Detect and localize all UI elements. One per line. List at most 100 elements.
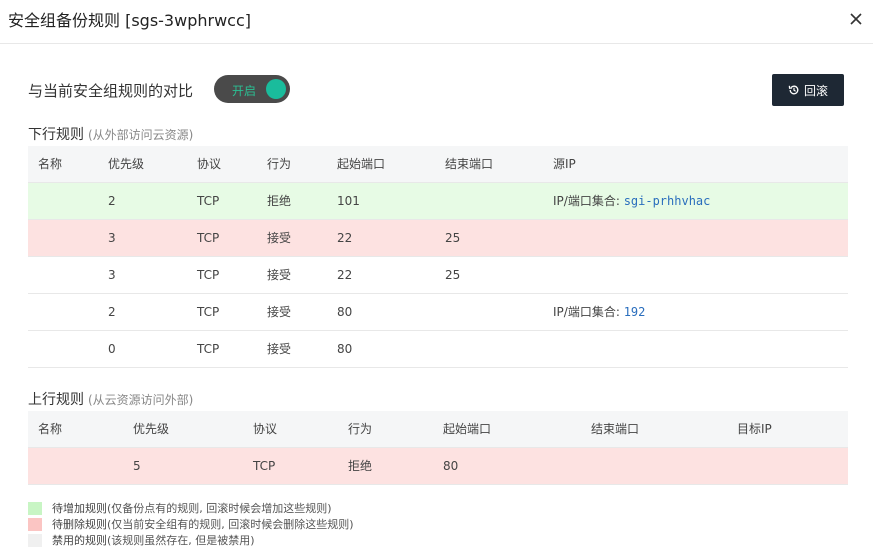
cell-ip: [543, 256, 848, 294]
toggle-knob: [266, 79, 286, 99]
cell-name: [28, 293, 98, 331]
ip-set-prefix: IP/端口集合:: [553, 305, 624, 319]
cell-start-port: 101: [327, 182, 435, 220]
rollback-label: 回滚: [803, 83, 828, 98]
outbound-section-title: 上行规则 (从云资源访问外部): [28, 389, 193, 409]
column-header: 协议: [187, 146, 257, 183]
column-header: 行为: [338, 411, 433, 448]
table-header-row: 名称 优先级 协议 行为 起始端口 结束端口 源IP: [28, 146, 848, 183]
inbound-rules-table: 名称 优先级 协议 行为 起始端口 结束端口 源IP 2 TCP 拒绝 101 IP/端口集合: s…: [28, 146, 848, 368]
cell-start-port: 80: [433, 447, 581, 485]
outbound-rules-table: 名称 优先级 协议 行为 起始端口 结束端口 目标IP 5 TCP 拒绝 80: [28, 411, 848, 485]
legend-label: 待删除规则: [52, 518, 107, 531]
table-row: 2 TCP 接受 80 IP/端口集合: 192: [28, 293, 848, 331]
column-header: 起始端口: [327, 146, 435, 183]
cell-start-port: 80: [327, 330, 435, 368]
outbound-title: 上行规则: [28, 392, 84, 408]
cell-protocol: TCP: [187, 330, 257, 368]
table-row: 2 TCP 拒绝 101 IP/端口集合: sgi-prhhvhac: [28, 182, 848, 220]
legend-item: 待增加规则 (仅备份点有的规则, 回滚时候会增加这些规则): [28, 500, 354, 516]
compare-label: 与当前安全组规则的对比: [28, 82, 194, 100]
cell-ip: [727, 447, 848, 485]
legend-description: (该规则虽然存在, 但是被禁用): [107, 534, 255, 547]
cell-name: [28, 182, 98, 220]
column-header: 源IP: [543, 146, 848, 183]
cell-protocol: TCP: [243, 447, 338, 485]
inbound-subtitle: (从外部访问云资源): [88, 128, 194, 142]
history-icon: [788, 85, 799, 95]
cell-protocol: TCP: [187, 219, 257, 257]
ip-set-prefix: IP/端口集合:: [553, 194, 624, 208]
column-header: 结束端口: [435, 146, 543, 183]
table-row: 3 TCP 接受 22 25: [28, 256, 848, 294]
compare-row: 与当前安全组规则的对比 开启 回滚: [28, 74, 844, 106]
cell-priority: 2: [98, 182, 187, 220]
column-header: 目标IP: [727, 411, 848, 448]
cell-action: 接受: [257, 330, 327, 368]
cell-start-port: 22: [327, 256, 435, 294]
cell-action: 拒绝: [257, 182, 327, 220]
cell-end-port: [435, 330, 543, 368]
cell-protocol: TCP: [187, 256, 257, 294]
outbound-subtitle: (从云资源访问外部): [88, 393, 194, 407]
cell-name: [28, 447, 123, 485]
legend-swatch: [28, 501, 42, 515]
table-header-row: 名称 优先级 协议 行为 起始端口 结束端口 目标IP: [28, 411, 848, 448]
inbound-section-title: 下行规则 (从外部访问云资源): [28, 124, 193, 144]
cell-ip: IP/端口集合: sgi-prhhvhac: [543, 182, 848, 220]
cell-priority: 2: [98, 293, 187, 331]
cell-end-port: [435, 293, 543, 331]
table-row: 0 TCP 接受 80: [28, 330, 848, 368]
cell-end-port: [435, 182, 543, 220]
legend-description: (仅当前安全组有的规则, 回滚时候会删除这些规则): [107, 518, 354, 531]
cell-end-port: [581, 447, 727, 485]
close-icon[interactable]: [847, 10, 865, 28]
legend-description: (仅备份点有的规则, 回滚时候会增加这些规则): [107, 502, 332, 515]
cell-ip: [543, 219, 848, 257]
column-header: 名称: [28, 146, 98, 183]
table-row: 3 TCP 接受 22 25: [28, 219, 848, 257]
ip-set-link[interactable]: 192: [624, 305, 646, 319]
compare-toggle[interactable]: 开启: [214, 75, 290, 103]
inbound-title: 下行规则: [28, 127, 84, 143]
backup-rules-dialog: 安全组备份规则 [sgs-3wphrwcc] 与当前安全组规则的对比 开启 回滚…: [0, 0, 873, 557]
cell-action: 接受: [257, 293, 327, 331]
cell-ip: IP/端口集合: 192: [543, 293, 848, 331]
cell-name: [28, 256, 98, 294]
legend-label: 待增加规则: [52, 502, 107, 515]
cell-end-port: 25: [435, 219, 543, 257]
column-header: 优先级: [123, 411, 243, 448]
legend-swatch: [28, 533, 42, 547]
column-header: 结束端口: [581, 411, 727, 448]
cell-end-port: 25: [435, 256, 543, 294]
cell-action: 拒绝: [338, 447, 433, 485]
table-row: 5 TCP 拒绝 80: [28, 447, 848, 485]
dialog-header: 安全组备份规则 [sgs-3wphrwcc]: [0, 0, 873, 44]
legend-label: 禁用的规则: [52, 534, 107, 547]
rollback-button[interactable]: 回滚: [772, 74, 844, 106]
column-header: 优先级: [98, 146, 187, 183]
legend-item: 待删除规则 (仅当前安全组有的规则, 回滚时候会删除这些规则): [28, 516, 354, 532]
cell-priority: 3: [98, 256, 187, 294]
cell-protocol: TCP: [187, 293, 257, 331]
legend-swatch: [28, 517, 42, 531]
cell-action: 接受: [257, 256, 327, 294]
column-header: 行为: [257, 146, 327, 183]
cell-start-port: 80: [327, 293, 435, 331]
cell-name: [28, 219, 98, 257]
cell-protocol: TCP: [187, 182, 257, 220]
cell-priority: 3: [98, 219, 187, 257]
legend-item: 禁用的规则 (该规则虽然存在, 但是被禁用): [28, 532, 354, 548]
dialog-title: 安全组备份规则 [sgs-3wphrwcc]: [8, 11, 251, 30]
column-header: 名称: [28, 411, 123, 448]
cell-priority: 5: [123, 447, 243, 485]
ip-set-link[interactable]: sgi-prhhvhac: [624, 194, 711, 208]
cell-ip: [543, 330, 848, 368]
toggle-label: 开启: [232, 84, 257, 98]
column-header: 起始端口: [433, 411, 581, 448]
column-header: 协议: [243, 411, 338, 448]
legend: 待增加规则 (仅备份点有的规则, 回滚时候会增加这些规则) 待删除规则 (仅当前安全组…: [28, 500, 354, 548]
cell-priority: 0: [98, 330, 187, 368]
cell-start-port: 22: [327, 219, 435, 257]
cell-name: [28, 330, 98, 368]
